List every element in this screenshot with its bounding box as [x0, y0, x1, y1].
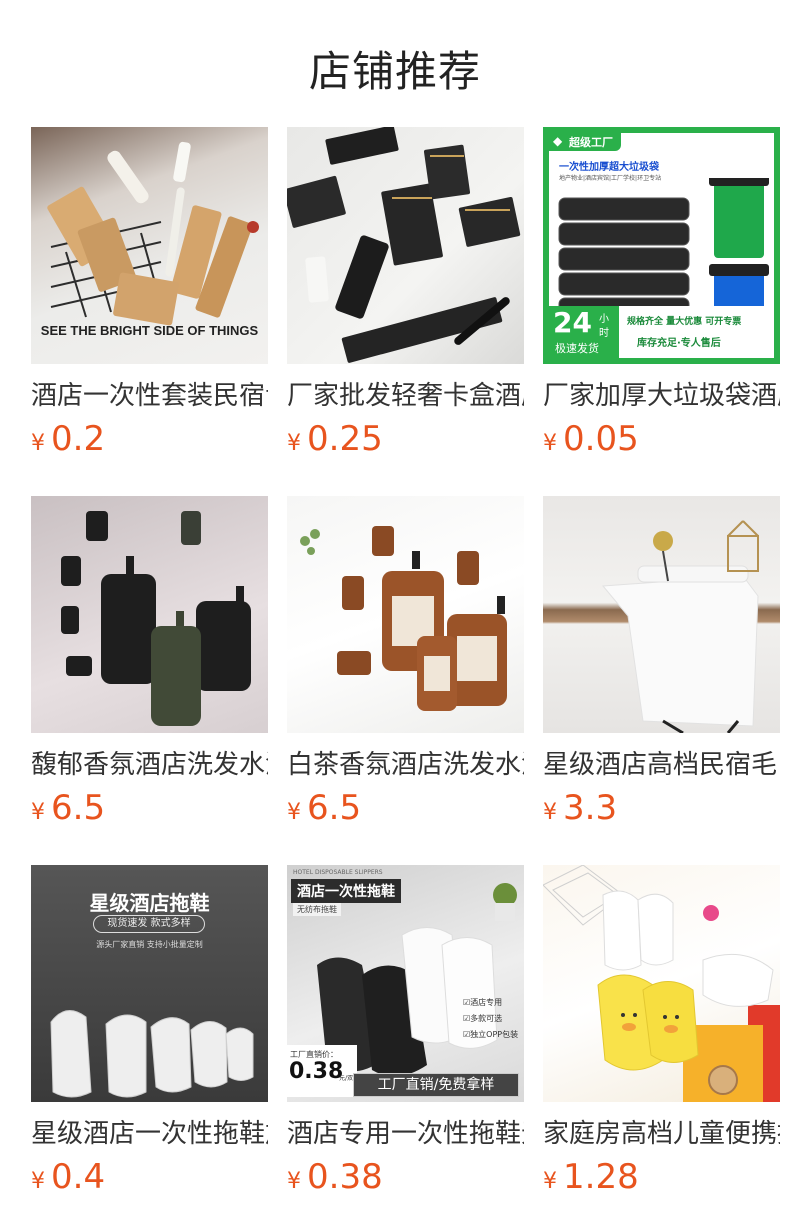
product-card[interactable]: 星级酒店拖鞋 现货速发 款式多样 源头厂家直销 支持小批量定制 星级酒店一次性拖…	[31, 865, 268, 1203]
product-name[interactable]: 白茶香氛酒店洗发水沐浴露	[287, 748, 524, 782]
product-card[interactable]: 家庭房高档儿童便携拖鞋 ¥1.28	[543, 865, 780, 1203]
check-item-label: 独立OPP包装	[470, 1030, 519, 1039]
check-item: ☑酒店专用	[463, 995, 518, 1011]
product-name[interactable]: 馥郁香氛酒店洗发水沐浴露	[31, 748, 268, 782]
check-item: ☑多款可选	[463, 1011, 518, 1027]
product-price: ¥0.2	[31, 419, 268, 465]
price-value: 0.4	[51, 1157, 106, 1197]
product-price: ¥0.25	[287, 419, 524, 465]
product-card[interactable]: 厂家批发轻奢卡盒酒店一次性用品 ¥0.25	[287, 127, 524, 465]
currency-symbol: ¥	[31, 800, 45, 825]
check-item-label: 多款可选	[470, 1014, 503, 1023]
price-value: 6.5	[51, 788, 106, 828]
store-recommendations-page: 店铺推荐 SEE THE BRIGHT SIDE OF THINGS 酒店一次性…	[0, 0, 790, 1232]
product-image[interactable]	[31, 496, 268, 733]
currency-symbol: ¥	[543, 800, 557, 825]
delivery-hours: 24	[553, 306, 592, 339]
factory-price-unit: 元/双	[339, 1075, 354, 1082]
product-price: ¥6.5	[31, 788, 268, 834]
product-card[interactable]: HOTEL DISPOSABLE SLIPPERS 酒店一次性拖鞋 无纺布拖鞋 …	[287, 865, 524, 1203]
product-name[interactable]: 厂家批发轻奢卡盒酒店一次性用品	[287, 379, 524, 413]
delivery-unit-top: 小	[599, 314, 609, 325]
product-name[interactable]: 厂家加厚大垃圾袋酒店物业专用	[543, 379, 780, 413]
price-value: 3.3	[563, 788, 618, 828]
product-price: ¥0.4	[31, 1157, 268, 1203]
delivery-unit-bottom: 时	[599, 328, 609, 339]
product-name[interactable]: 家庭房高档儿童便携拖鞋	[543, 1117, 780, 1151]
image-headline: 星级酒店拖鞋	[89, 891, 210, 915]
price-value: 0.2	[51, 419, 106, 459]
factory-price-value: 0.38	[289, 1059, 344, 1084]
product-price: ¥0.38	[287, 1157, 524, 1203]
promo-bar: 24 小 时 极速发货 规格齐全 量大优惠 可开专票 库存充足·专人售后	[549, 306, 774, 358]
price-value: 0.25	[307, 419, 383, 459]
page-title: 店铺推荐	[308, 47, 481, 96]
currency-symbol: ¥	[543, 431, 557, 456]
product-card[interactable]: 馥郁香氛酒店洗发水沐浴露 ¥6.5	[31, 496, 268, 834]
delivery-block: 24 小 时 极速发货	[549, 306, 619, 358]
image-subtext: 源头厂家直销 支持小批量定制	[96, 940, 203, 949]
product-card[interactable]: SEE THE BRIGHT SIDE OF THINGS 酒店一次性套装民宿专…	[31, 127, 268, 465]
image-caption: SEE THE BRIGHT SIDE OF THINGS	[40, 323, 259, 338]
product-image[interactable]: SEE THE BRIGHT SIDE OF THINGS	[31, 127, 268, 364]
currency-symbol: ¥	[543, 1169, 557, 1194]
product-name[interactable]: 酒店一次性套装民宿专用	[31, 379, 268, 413]
product-name[interactable]: 酒店专用一次性拖鞋无纺布	[287, 1117, 524, 1151]
product-name[interactable]: 星级酒店一次性拖鞋加厚	[31, 1117, 268, 1151]
currency-symbol: ¥	[31, 1169, 45, 1194]
product-image[interactable]	[287, 496, 524, 733]
product-price: ¥0.05	[543, 419, 780, 465]
product-card[interactable]: ◆ 超级工厂 一次性加厚超大垃圾袋 地产物业|酒店宾馆|工厂学校|环卫专站 24…	[543, 127, 780, 465]
promo-banner-text: 工厂直销/免费拿样	[377, 1077, 495, 1093]
promo-line-1: 规格齐全 量大优惠 可开专票	[627, 317, 742, 327]
product-image[interactable]	[543, 865, 780, 1102]
feature-checklist: ☑酒店专用 ☑多款可选 ☑独立OPP包装	[463, 995, 518, 1043]
product-price: ¥1.28	[543, 1157, 780, 1203]
product-image[interactable]: ◆ 超级工厂 一次性加厚超大垃圾袋 地产物业|酒店宾馆|工厂学校|环卫专站 24…	[543, 127, 780, 364]
price-value: 0.38	[307, 1157, 383, 1197]
product-image[interactable]: HOTEL DISPOSABLE SLIPPERS 酒店一次性拖鞋 无纺布拖鞋 …	[287, 865, 524, 1102]
price-value: 6.5	[307, 788, 362, 828]
product-image[interactable]	[287, 127, 524, 364]
feature-pill: 现货速发 款式多样	[93, 915, 205, 933]
delivery-label: 极速发货	[555, 342, 599, 355]
currency-symbol: ¥	[287, 1169, 301, 1194]
check-item-label: 酒店专用	[470, 998, 503, 1007]
product-card[interactable]: 白茶香氛酒店洗发水沐浴露 ¥6.5	[287, 496, 524, 834]
price-value: 0.05	[563, 419, 639, 459]
currency-symbol: ¥	[31, 431, 45, 456]
product-price: ¥6.5	[287, 788, 524, 834]
feature-pill-text: 现货速发 款式多样	[107, 918, 191, 929]
diamond-icon: ◆	[553, 134, 563, 148]
check-item: ☑独立OPP包装	[463, 1027, 518, 1043]
badge-label: 超级工厂	[569, 136, 613, 149]
price-value: 1.28	[563, 1157, 639, 1197]
product-card[interactable]: 星级酒店高档民宿毛巾 ¥3.3	[543, 496, 780, 834]
factory-price-box: 工厂直销价： 0.38 元/双	[287, 1045, 357, 1097]
brand-badge: ◆ 超级工厂	[549, 133, 621, 151]
currency-symbol: ¥	[287, 800, 301, 825]
product-name[interactable]: 星级酒店高档民宿毛巾	[543, 748, 780, 782]
product-image[interactable]: 星级酒店拖鞋 现货速发 款式多样 源头厂家直销 支持小批量定制	[31, 865, 268, 1102]
currency-symbol: ¥	[287, 431, 301, 456]
promo-line-2: 库存充足·专人售后	[637, 338, 721, 349]
product-image[interactable]	[543, 496, 780, 733]
image-headline: 一次性加厚超大垃圾袋	[559, 162, 659, 173]
product-price: ¥3.3	[543, 788, 780, 834]
promo-banner: 工厂直销/免费拿样	[353, 1073, 519, 1097]
